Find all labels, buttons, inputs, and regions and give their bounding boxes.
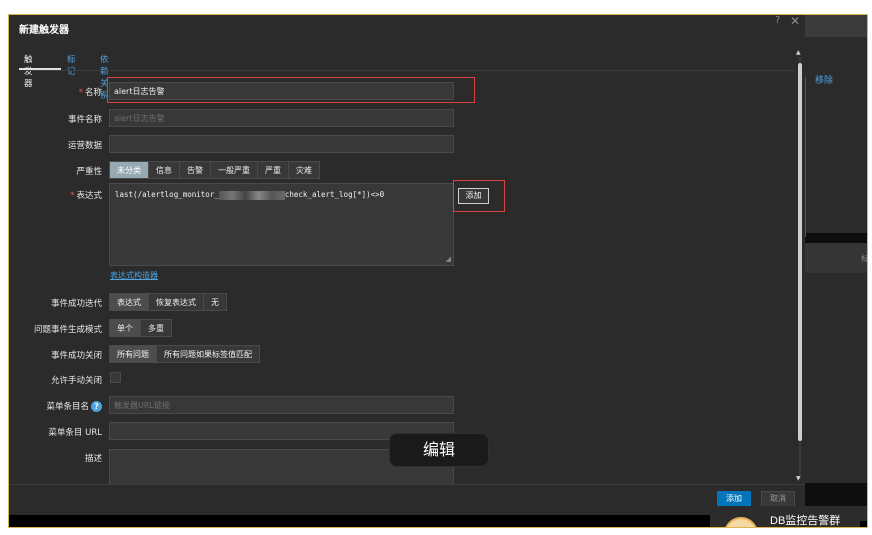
- group-avatar-icon: [724, 517, 758, 527]
- description-label: 描述: [84, 454, 102, 464]
- expression-builder-link[interactable]: 表达式构造器: [110, 270, 158, 281]
- chat-notification[interactable]: DB监控告警群: [710, 506, 867, 527]
- expression-label: * 表达式: [70, 191, 102, 201]
- severity-label: 严重性: [76, 167, 102, 177]
- problem-mode-selector: 单个 多重: [109, 319, 172, 337]
- background-panel: 移除: [805, 37, 867, 237]
- ok-event-label: 事件成功迭代: [50, 299, 102, 309]
- edit-tooltip: 编辑: [389, 433, 489, 467]
- ok-close-selector: 所有问题 所有问题如果标签值匹配: [109, 345, 260, 363]
- ok-event-recovery-expression[interactable]: 恢复表达式: [149, 294, 204, 310]
- footer-divider: [9, 484, 805, 485]
- severity-average[interactable]: 一般严重: [211, 162, 258, 178]
- background-panel-header: 标: [805, 243, 867, 273]
- problem-mode-multiple[interactable]: 多重: [141, 320, 171, 336]
- corner-marker: [860, 521, 867, 527]
- ok-event-none[interactable]: 无: [204, 294, 226, 310]
- severity-warning[interactable]: 告警: [180, 162, 211, 178]
- url-name-label: 菜单条目名?: [46, 400, 102, 412]
- name-label: * 名称: [78, 88, 102, 98]
- dialog-title: 新建触发器: [19, 25, 69, 36]
- severity-not-classified[interactable]: 未分类: [110, 162, 149, 178]
- severity-information[interactable]: 信息: [149, 162, 180, 178]
- required-mark: *: [78, 88, 83, 98]
- ok-close-tag-match[interactable]: 所有问题如果标签值匹配: [157, 346, 259, 362]
- scroll-up-icon[interactable]: ▲: [796, 49, 801, 56]
- problem-mode-single[interactable]: 单个: [110, 320, 141, 336]
- expression-text: last(/alertlog_monitor_ check_alert_log[*…: [115, 190, 385, 200]
- ok-event-selector: 表达式 恢复表达式 无: [109, 293, 227, 311]
- tabs-divider: [19, 70, 795, 71]
- severity-disaster[interactable]: 灾难: [289, 162, 319, 178]
- dialog-header: 新建触发器 ? ✕: [9, 15, 805, 37]
- cancel-button[interactable]: 取消: [761, 491, 795, 507]
- scroll-down-icon[interactable]: ▼: [796, 475, 801, 482]
- opdata-label: 运营数据: [67, 141, 102, 151]
- tab-trigger[interactable]: 触发器: [24, 53, 33, 89]
- tab-tags[interactable]: 标记: [67, 53, 76, 77]
- severity-high[interactable]: 严重: [258, 162, 289, 178]
- dialog-scrollbar[interactable]: ▲ ▼: [796, 49, 804, 483]
- manual-close-label: 允许手动关闭: [50, 376, 102, 386]
- expression-textarea[interactable]: last(/alertlog_monitor_ check_alert_log[*…: [109, 183, 454, 266]
- background-panel-lower: 标: [805, 243, 867, 483]
- background-divider: [805, 77, 806, 237]
- opdata-input[interactable]: [109, 135, 454, 153]
- ok-event-expression[interactable]: 表达式: [110, 294, 149, 310]
- help-icon[interactable]: ?: [775, 15, 780, 26]
- manual-close-checkbox[interactable]: [110, 372, 121, 383]
- background-header: [805, 15, 867, 37]
- event-name-label: 事件名称: [67, 115, 102, 125]
- url-label: 菜单条目 URL: [48, 428, 102, 438]
- name-highlight-box: [107, 77, 475, 103]
- scrollbar-thumb[interactable]: [798, 63, 802, 441]
- problem-mode-label: 问题事件生成模式: [33, 325, 102, 335]
- background-remove-link[interactable]: 移除: [815, 73, 833, 86]
- screenshot-frame: 移除 标 新建触发器 ? ✕ 触发器 标记 依赖关系 *名称 alert日志告警…: [8, 14, 868, 528]
- event-name-input[interactable]: alert日志告警: [109, 109, 454, 127]
- resize-grip-icon[interactable]: ◢: [446, 255, 451, 263]
- redacted-hostname: [218, 190, 285, 200]
- close-icon[interactable]: ✕: [790, 15, 800, 28]
- ok-close-all[interactable]: 所有问题: [110, 346, 157, 362]
- submit-add-button[interactable]: 添加: [717, 491, 751, 507]
- help-question-icon[interactable]: ?: [91, 401, 102, 412]
- chat-group-name: DB监控告警群: [770, 515, 841, 527]
- required-mark: *: [70, 191, 75, 201]
- url-name-input[interactable]: 触发器URL链接: [109, 396, 454, 414]
- ok-close-label: 事件成功关闭: [50, 351, 102, 361]
- add-button-highlight-box: [453, 180, 505, 212]
- severity-selector: 未分类 信息 告警 一般严重 严重 灾难: [109, 161, 320, 179]
- background-side-label: 标: [861, 253, 867, 264]
